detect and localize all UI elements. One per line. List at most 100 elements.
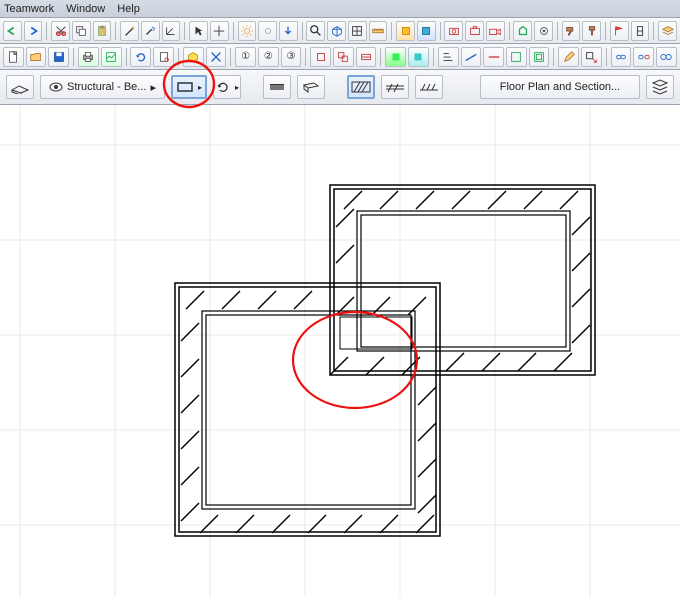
amber-button[interactable] [396,21,415,41]
cut-button[interactable] [51,21,70,41]
annotation-ellipse-canvas [293,312,417,408]
menu-bar: Teamwork Window Help [0,0,680,18]
separator [305,48,306,66]
separator [653,22,654,40]
highlight-button[interactable] [385,47,406,67]
grid-toggle-button[interactable] [348,21,367,41]
beam-profile-button[interactable] [263,75,291,99]
layer-selector[interactable]: Structural - Be... ▸ [40,75,165,99]
t2-button[interactable] [461,47,482,67]
separator [509,22,510,40]
slab-overlap [330,297,426,375]
layers-button[interactable] [658,21,677,41]
separator [605,22,606,40]
plot-button[interactable] [101,47,122,67]
r1-button[interactable] [310,47,331,67]
t5-button[interactable] [529,47,550,67]
unlink-button[interactable] [633,47,654,67]
camera-button[interactable] [444,21,463,41]
separator [115,22,116,40]
t4-button[interactable] [506,47,527,67]
d1-button[interactable]: ① [235,47,256,67]
scissors-button[interactable] [206,47,227,67]
elev-button[interactable] [631,21,650,41]
floor-plan-label: Floor Plan and Section... [500,81,620,93]
separator [233,22,234,40]
menu-teamwork[interactable]: Teamwork [4,3,54,15]
camera3-button[interactable] [486,21,505,41]
cyan-button[interactable] [408,47,429,67]
down-arrow-button[interactable] [279,21,298,41]
dropdown-icon: ▸ [150,81,156,94]
camera2-button[interactable] [465,21,484,41]
link-button[interactable] [611,47,632,67]
separator [553,48,554,66]
separator [391,22,392,40]
sun-button[interactable] [238,21,257,41]
blue-button[interactable] [417,21,436,41]
construction-rotate-button[interactable]: ▸ [213,75,241,99]
separator [178,48,179,66]
hatch2-button[interactable] [381,75,409,99]
redo-button[interactable] [24,21,43,41]
slab-upper [330,185,595,375]
gear-button[interactable] [534,21,553,41]
floor-plan-section-button[interactable]: Floor Plan and Section... [480,75,640,99]
geometry-rect-button[interactable]: ▸ [171,75,207,99]
hammer2-button[interactable] [582,21,601,41]
separator [380,48,381,66]
3d-view-button[interactable] [327,21,346,41]
separator [73,48,74,66]
copy-button[interactable] [72,21,91,41]
hatch3-button[interactable] [415,75,443,99]
crosshair-button[interactable] [210,21,229,41]
zoom-button[interactable] [306,21,325,41]
drawing-canvas[interactable] [0,105,680,597]
toolbar-row-1 [0,18,680,44]
menu-help[interactable]: Help [117,3,140,15]
beam-section-button[interactable] [297,75,325,99]
hatch1-button[interactable] [347,75,375,99]
story-button[interactable] [646,75,674,99]
separator [606,48,607,66]
menu-window[interactable]: Window [66,3,105,15]
pencil-button[interactable] [558,47,579,67]
d3-button[interactable]: ③ [281,47,302,67]
yellow-cube-button[interactable] [183,47,204,67]
separator [557,22,558,40]
separator [184,22,185,40]
grid [0,105,680,597]
undo-button[interactable] [3,21,22,41]
dim-sun-button[interactable] [258,21,277,41]
link3-button[interactable] [656,47,677,67]
save-button[interactable] [48,47,69,67]
green-tool-button[interactable] [513,21,532,41]
separator [302,22,303,40]
r3-button[interactable] [356,47,377,67]
separator [433,48,434,66]
info-bar: Structural - Be... ▸ ▸ ▸ Floor Plan and … [0,70,680,105]
angle-button[interactable] [162,21,181,41]
open-button[interactable] [26,47,47,67]
toolbar-row-2: ① ② ③ [0,44,680,70]
flag-button[interactable] [610,21,629,41]
new-button[interactable] [3,47,24,67]
spray-button[interactable] [141,21,160,41]
separator [440,22,441,40]
r2-button[interactable] [333,47,354,67]
select-button[interactable] [189,21,208,41]
separator [126,48,127,66]
paste-button[interactable] [93,21,112,41]
page-button[interactable] [153,47,174,67]
wand-button[interactable] [120,21,139,41]
t1-button[interactable] [438,47,459,67]
arrow-out-button[interactable] [581,47,602,67]
ruler-button[interactable] [369,21,388,41]
t3-button[interactable] [483,47,504,67]
eye-icon [49,82,63,92]
refresh-button[interactable] [130,47,151,67]
print-button[interactable] [78,47,99,67]
d2-button[interactable]: ② [258,47,279,67]
hammer-button[interactable] [562,21,581,41]
slab-mode-button[interactable] [6,75,34,99]
